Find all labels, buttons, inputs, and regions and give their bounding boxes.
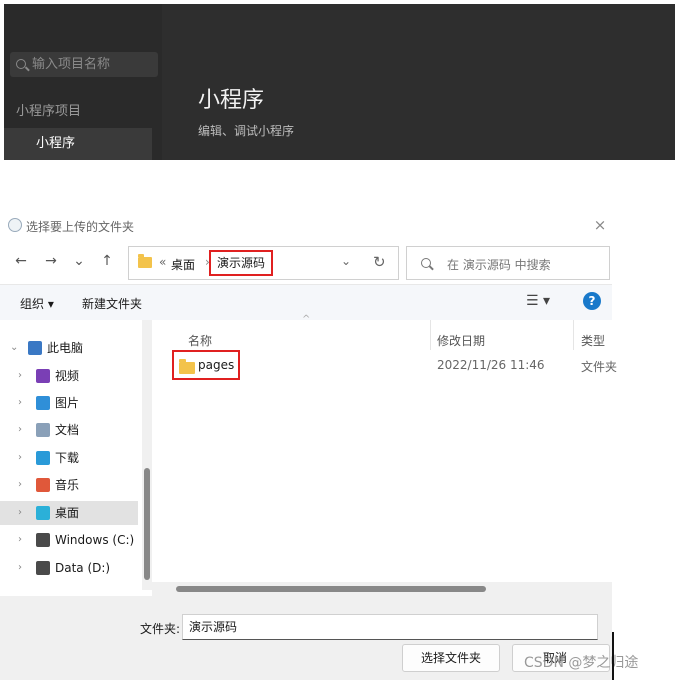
breadcrumb-current-folder[interactable]: 演示源码 bbox=[209, 250, 274, 276]
back-button[interactable]: ← bbox=[10, 250, 32, 272]
sidebar-item-label: 文档 bbox=[55, 423, 80, 437]
column-divider[interactable] bbox=[573, 320, 574, 350]
recent-locations-button[interactable]: ⌄ bbox=[68, 250, 90, 272]
sidebar-item-label: 视频 bbox=[55, 369, 80, 383]
music-icon bbox=[36, 478, 50, 492]
dialog-footer: 文件夹: 演示源码 选择文件夹 取消 bbox=[0, 596, 612, 680]
sidebar-item-7[interactable]: › 桌面 bbox=[0, 501, 138, 525]
chevron-right-icon[interactable]: › bbox=[18, 556, 22, 580]
sidebar-item-miniprogram[interactable]: 小程序 bbox=[4, 128, 152, 160]
drive-c-icon bbox=[36, 533, 50, 547]
horizontal-scrollbar-thumb[interactable] bbox=[176, 586, 486, 592]
sidebar-item-label: Data (D:) bbox=[55, 561, 111, 575]
folder-picker-dialog: 选择要上传的文件夹 × ← → ⌄ ↑ « 桌面 › 演示源码 ⌄ ↻ 在 演示… bbox=[0, 208, 617, 680]
column-header-modified[interactable]: 修改日期 bbox=[437, 332, 485, 349]
sort-indicator: ^ bbox=[302, 314, 311, 325]
sidebar-item-label: 图片 bbox=[55, 396, 80, 410]
view-options-button[interactable]: ☰ ▾ bbox=[526, 293, 550, 309]
sidebar-item-label: 桌面 bbox=[55, 506, 80, 520]
watermark: CSDN @梦之归途 bbox=[524, 655, 639, 671]
up-button[interactable]: ↑ bbox=[96, 250, 118, 272]
sidebar-item-2[interactable]: › 视频 bbox=[0, 364, 138, 388]
page-title: 小程序 bbox=[198, 88, 265, 113]
search-placeholder: 在 演示源码 中搜索 bbox=[447, 258, 551, 272]
sidebar-item-4[interactable]: › 文档 bbox=[0, 418, 138, 442]
file-list: ^ 名称 修改日期 类型 pages 2022/11/26 11:46 文件夹 bbox=[152, 314, 617, 582]
file-type: 文件夹 bbox=[581, 360, 618, 374]
horizontal-scrollbar[interactable] bbox=[152, 582, 612, 596]
project-search-placeholder: 输入项目名称 bbox=[32, 57, 111, 72]
sidebar-item-label: 音乐 bbox=[55, 478, 80, 492]
nav-scrollbar-thumb[interactable] bbox=[144, 468, 150, 580]
devtools-project-panel: 输入项目名称 小程序项目 小程序 小程序 编辑、调试小程序 bbox=[4, 4, 675, 160]
organize-button[interactable]: 组织 ▾ bbox=[20, 295, 54, 312]
chevron-right-icon[interactable]: › bbox=[18, 586, 22, 590]
video-icon bbox=[36, 369, 50, 383]
sidebar-item-label: 下载 bbox=[55, 451, 80, 465]
close-button[interactable]: × bbox=[592, 216, 608, 236]
pictures-icon bbox=[36, 396, 50, 410]
dialog-title-bar: 选择要上传的文件夹 × bbox=[6, 216, 606, 236]
chevron-right-icon[interactable]: › bbox=[18, 391, 22, 415]
column-divider[interactable] bbox=[430, 320, 431, 350]
sidebar-item-1[interactable]: ⌄ 此电脑 bbox=[0, 336, 138, 360]
download-icon bbox=[36, 451, 50, 465]
help-icon[interactable]: ? bbox=[583, 292, 601, 310]
search-icon bbox=[421, 258, 431, 268]
chevron-right-icon[interactable]: › bbox=[18, 418, 22, 442]
chevron-down-icon[interactable]: ⌄ bbox=[341, 254, 351, 268]
chevron-right-icon[interactable]: › bbox=[18, 446, 22, 470]
folder-field-label: 文件夹: bbox=[140, 622, 181, 636]
file-name[interactable]: pages bbox=[198, 358, 234, 372]
chevron-right-icon[interactable]: › bbox=[18, 364, 22, 388]
monitor-icon bbox=[28, 341, 42, 355]
drive-d-icon bbox=[36, 561, 50, 575]
sidebar-item-5[interactable]: › 下载 bbox=[0, 446, 138, 470]
sidebar-group-label: 小程序项目 bbox=[16, 104, 82, 119]
address-bar[interactable]: « 桌面 › 演示源码 ⌄ ↻ bbox=[128, 246, 399, 280]
sidebar-item-8[interactable]: › Windows (C:) bbox=[0, 528, 138, 552]
forward-button[interactable]: → bbox=[40, 250, 62, 272]
sidebar-item-9[interactable]: › Data (D:) bbox=[0, 556, 138, 580]
sidebar-item-label: Windows (C:) bbox=[55, 533, 135, 547]
refresh-icon[interactable]: ↻ bbox=[373, 253, 386, 271]
search-icon bbox=[16, 59, 26, 69]
chevron-right-icon[interactable]: › bbox=[18, 473, 22, 497]
file-modified-date: 2022/11/26 11:46 bbox=[437, 358, 545, 372]
chevron-down-icon[interactable]: ⌄ bbox=[10, 336, 18, 360]
navigation-pane: ⌄ 此电脑 › 视频 › 图片 › 文档 › 下载 › 音乐 › 桌面 › Windows (C:) › Data… bbox=[0, 320, 152, 590]
desktop-icon bbox=[36, 506, 50, 520]
project-sidebar: 输入项目名称 小程序项目 小程序 bbox=[4, 4, 162, 160]
folder-search-input[interactable]: 在 演示源码 中搜索 bbox=[406, 246, 610, 280]
documents-icon bbox=[36, 423, 50, 437]
project-search-input[interactable]: 输入项目名称 bbox=[10, 52, 158, 77]
dialog-title: 选择要上传的文件夹 bbox=[26, 220, 135, 234]
chevron-right-icon[interactable]: › bbox=[18, 501, 22, 525]
breadcrumb-desktop[interactable]: 桌面 bbox=[171, 256, 195, 273]
column-header-name[interactable]: 名称 bbox=[188, 332, 212, 349]
folder-name-input[interactable]: 演示源码 bbox=[182, 614, 598, 640]
new-folder-button[interactable]: 新建文件夹 bbox=[82, 295, 142, 312]
folder-icon bbox=[138, 254, 152, 268]
sidebar-item-label: 网络 bbox=[55, 586, 79, 590]
sidebar-item-6[interactable]: › 音乐 bbox=[0, 473, 138, 497]
page-subtitle: 编辑、调试小程序 bbox=[198, 124, 295, 138]
chevron-right-icon[interactable]: › bbox=[18, 528, 22, 552]
folder-icon bbox=[179, 359, 195, 374]
sidebar-item-3[interactable]: › 图片 bbox=[0, 391, 138, 415]
sidebar-item-10[interactable]: › 网络 bbox=[0, 586, 138, 590]
breadcrumb-overflow[interactable]: « bbox=[159, 255, 166, 269]
text-cursor bbox=[612, 632, 614, 680]
sidebar-item-label: 此电脑 bbox=[47, 341, 84, 355]
column-header-type[interactable]: 类型 bbox=[581, 332, 605, 349]
select-folder-button[interactable]: 选择文件夹 bbox=[402, 644, 500, 672]
app-icon bbox=[8, 218, 22, 232]
